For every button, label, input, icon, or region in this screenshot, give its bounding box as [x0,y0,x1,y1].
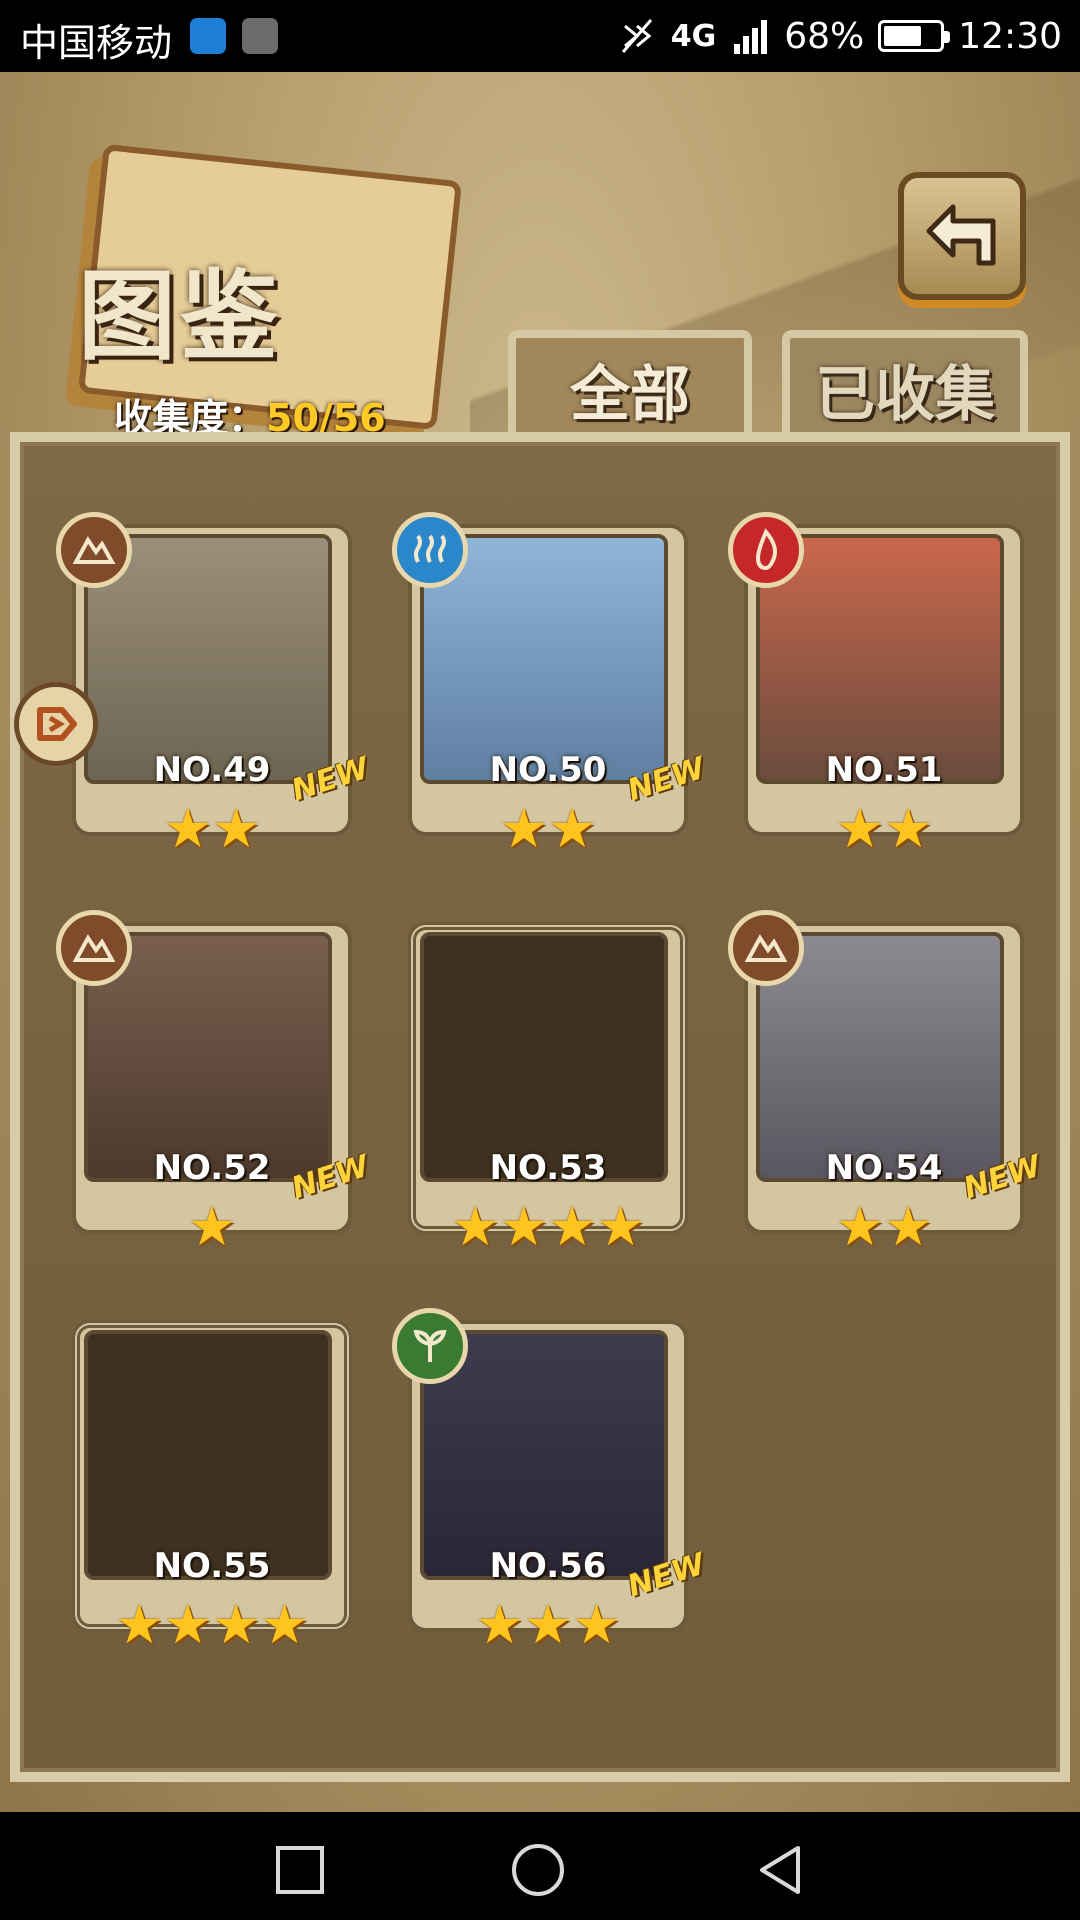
creature-card[interactable]: NO.49 NEW ★ ★ [56,512,373,856]
star-icon: ★ [212,1593,261,1656]
star-icon: ★ [163,1593,212,1656]
codex-header-book: 图鉴 收集度：50/56 [30,132,463,440]
creature-card[interactable]: NO.52 NEW ★ [56,910,373,1254]
star-rating: ★ ★ [72,802,352,856]
carrier-name: 中国移动 [20,21,173,65]
star-rating: ★ ★ ★ ★ [408,1200,688,1254]
creature-silhouette [420,932,668,1182]
battery-level [884,26,921,46]
status-right: 4G 68% 12:30 [617,12,1062,60]
recents-button[interactable] [272,1842,328,1898]
codex-panel: NO.49 NEW ★ ★ NO.50 NEW ★ ★ NO.51 ★ ★ NO.52 NEW ★ NO.5… [10,432,1070,1782]
card-number: NO.55 [153,1546,271,1586]
star-rating: ★ ★ ★ [408,1598,688,1652]
star-icon: ★ [115,1593,164,1656]
star-rating: ★ ★ [744,802,1024,856]
creature-card[interactable]: NO.53 ★ ★ ★ ★ [408,922,688,1254]
notification-app-icon [190,18,226,54]
creature-card[interactable]: NO.56 NEW ★ ★ ★ [392,1308,709,1652]
star-icon: ★ [572,1593,621,1656]
earth-icon-glyph [72,536,116,564]
creature-card[interactable]: NO.51 ★ ★ [728,512,1024,856]
tab-collected-label: 已收集 [815,359,995,430]
star-icon: ★ [499,797,548,860]
home-button[interactable] [510,1842,566,1898]
return-arrow-icon [926,204,996,266]
earth-icon-glyph [744,934,788,962]
earth-element-badge [56,910,132,986]
battery-percent: 68% [784,15,865,57]
star-icon: ★ [523,1593,573,1656]
star-icon: ★ [212,797,261,860]
water-icon-glyph [414,534,446,563]
network-type: 4G [670,18,717,54]
battery-icon [878,20,951,52]
tab-all-label: 全部 [570,359,690,430]
creature-card[interactable]: NO.54 NEW ★ ★ [728,910,1045,1254]
gallery-notification-icon [242,18,278,54]
back-button[interactable] [898,172,1026,300]
clock: 12:30 [958,15,1062,57]
page-title: 图鉴 [78,259,283,374]
star-rating: ★ ★ ★ ★ [72,1598,352,1652]
card-number: NO.53 [489,1148,607,1188]
fire-element-badge [728,512,804,588]
creature-silhouette [84,1330,332,1580]
star-icon: ★ [475,1593,524,1656]
plant-icon-glyph [413,1329,447,1362]
creature-card[interactable]: NO.50 NEW ★ ★ [392,512,709,856]
star-icon: ★ [187,1195,237,1258]
star-icon: ★ [835,1195,884,1258]
navigation-bar [0,1812,1080,1920]
earth-icon-glyph [72,934,116,962]
star-icon: ★ [451,1195,500,1258]
tab-all[interactable]: 全部 [508,330,752,440]
star-icon: ★ [260,1593,309,1656]
bookmark-arrow-icon [37,707,77,741]
star-icon: ★ [884,1195,933,1258]
card-number: NO.51 [825,750,943,790]
star-icon: ★ [163,797,212,860]
star-rating: ★ [72,1200,352,1254]
star-icon: ★ [596,1195,645,1258]
signal-icon [734,20,768,54]
earth-element-badge [728,910,804,986]
fire-icon-glyph [755,528,777,571]
star-icon: ★ [499,1195,548,1258]
codex-screen: 图鉴 收集度：50/56 全部 已收集 NO.49 NEW ★ ★ NO.50 NEW ★ ★… [0,72,1080,1812]
plant-element-badge [392,1308,468,1384]
star-rating: ★ ★ [744,1200,1024,1254]
back-nav-button[interactable] [752,1842,808,1898]
star-icon: ★ [548,1195,597,1258]
star-icon: ★ [884,797,933,860]
earth-element-badge [56,512,132,588]
side-bookmark-button[interactable] [14,682,98,766]
star-icon: ★ [548,797,597,860]
star-icon: ★ [835,797,884,860]
vibrate-off-icon [621,19,652,53]
water-element-badge [392,512,468,588]
tab-collected[interactable]: 已收集 [782,330,1028,440]
status-bar: 中国移动 4G 68% 12:30 [0,0,1080,72]
star-rating: ★ ★ [408,802,688,856]
creature-card[interactable]: NO.55 ★ ★ ★ ★ [72,1320,352,1652]
